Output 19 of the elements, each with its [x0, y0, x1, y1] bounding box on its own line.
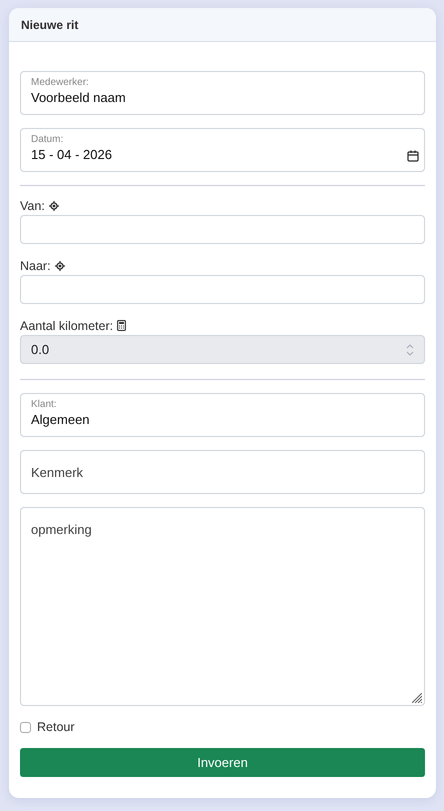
resize-handle-icon[interactable] — [412, 693, 422, 703]
text-area[interactable]: opmerking — [20, 507, 425, 706]
field-label: Van: — [20, 199, 59, 213]
input-field[interactable] — [20, 215, 425, 244]
field-label: Naar: — [20, 259, 65, 273]
calculator-icon — [117, 320, 126, 331]
input-field[interactable]: Kenmerk — [20, 450, 425, 494]
target-icon — [54, 261, 65, 271]
input-field[interactable]: Klant: Algemeen — [20, 393, 425, 437]
calendar-icon[interactable] — [407, 150, 419, 162]
input-field[interactable] — [20, 275, 425, 304]
target-icon — [48, 201, 59, 211]
checkbox-label[interactable]: Retour — [37, 720, 75, 734]
card-title: Nieuwe rit — [9, 8, 436, 42]
input-field[interactable]: Medewerker: Voorbeeld naam — [20, 71, 425, 115]
date-field[interactable]: Datum: 15 - 04 - 2026 — [20, 128, 425, 172]
field-label: Aantal kilometer: — [20, 319, 126, 333]
checkbox[interactable] — [20, 722, 31, 732]
submit-button[interactable]: Invoeren — [20, 748, 425, 777]
